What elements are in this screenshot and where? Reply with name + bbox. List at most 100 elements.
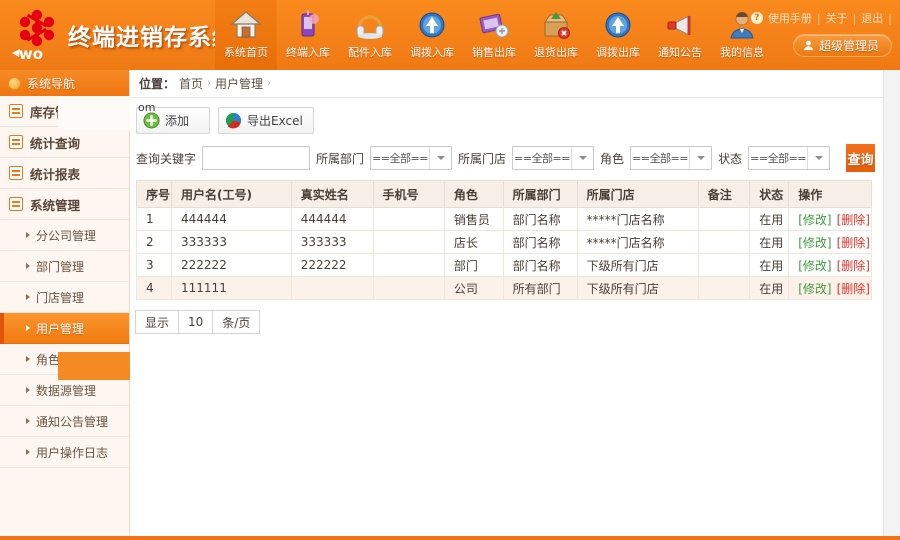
table-header-row: 序号 用户名(工号) 真实姓名 手机号 角色 所属部门 所属门店 备注 状态 操… xyxy=(135,180,872,208)
page-size-suffix: 条/页 xyxy=(212,310,261,334)
table-row[interactable]: 3 222222 222222 部门 部门名称 下级所有门店 在用 [修改] [… xyxy=(135,253,872,277)
delete-link[interactable]: [删除] xyxy=(837,234,870,251)
search-input[interactable] xyxy=(202,146,311,170)
cell-dept: 所有部门 xyxy=(502,276,578,300)
question-icon: ? xyxy=(750,12,763,24)
vertical-scrollbar[interactable] xyxy=(883,70,900,540)
nav-item-parts-in[interactable]: 配件入库 xyxy=(339,0,401,70)
nav-label: 退货出库 xyxy=(534,46,578,59)
table-row[interactable]: 1 444444 444444 销售员 部门名称 *****门店名称 在用 [修… xyxy=(135,207,872,231)
render-artifact-white xyxy=(58,96,130,130)
sidebar-title: 系统导航 xyxy=(0,70,129,96)
col-action: 操作 xyxy=(788,180,872,208)
sidebar-item-notice-manage[interactable]: 通知公告管理 xyxy=(0,406,129,437)
status-filter-select[interactable]: ==全部== xyxy=(748,146,831,170)
chevron-right-icon xyxy=(26,232,30,238)
cell-realname xyxy=(290,276,374,300)
transfer-in-icon xyxy=(419,12,445,38)
divider: | xyxy=(888,11,892,25)
nav-label: 销售出库 xyxy=(472,46,516,59)
sidebar-group-query[interactable]: 统计查询 xyxy=(0,127,129,158)
edit-link[interactable]: [修改] xyxy=(798,234,831,251)
logout-link[interactable]: 退出 xyxy=(861,10,883,26)
sidebar-group-report[interactable]: 统计报表 xyxy=(0,158,129,189)
about-link[interactable]: 关于 xyxy=(826,10,848,26)
chevron-right-icon xyxy=(26,263,30,269)
cell-phone xyxy=(372,253,445,277)
delete-link[interactable]: [删除] xyxy=(837,257,870,274)
return-out-icon xyxy=(544,12,570,39)
search-button[interactable]: 查询 xyxy=(846,144,875,172)
chevron-right-icon xyxy=(26,418,30,424)
current-user-chip[interactable]: 超级管理员 xyxy=(792,34,892,57)
chevron-down-icon xyxy=(689,147,711,169)
sidebar-item-label: 用户操作日志 xyxy=(36,445,109,460)
sidebar-item-label: 用户管理 xyxy=(36,321,85,336)
nav-item-sale-out[interactable]: 销售出库 xyxy=(463,0,525,70)
headset-in-icon xyxy=(356,15,384,39)
sidebar-item-branch[interactable]: 分公司管理 xyxy=(0,220,129,251)
table-row[interactable]: 2 333333 333333 店长 部门名称 *****门店名称 在用 [修改… xyxy=(135,230,872,254)
sidebar-group-label: 统计报表 xyxy=(30,166,81,182)
header-utility-links: ? 使用手册 | 关于 | 退出 | xyxy=(750,10,892,26)
nav-item-transfer-out[interactable]: 调拨出库 xyxy=(587,0,649,70)
cell-username: 333333 xyxy=(171,230,292,254)
cell-username: 111111 xyxy=(171,276,292,300)
cell-no: 1 xyxy=(135,207,173,231)
breadcrumb-item-home[interactable]: 首页 xyxy=(179,75,203,92)
nav-label: 系统首页 xyxy=(224,46,268,59)
sidebar-item-operation-log[interactable]: 用户操作日志 xyxy=(0,437,129,468)
breadcrumb-separator: › xyxy=(267,78,272,89)
col-realname: 真实姓名 xyxy=(290,180,374,208)
page-size-value[interactable]: 10 xyxy=(178,310,214,334)
cell-phone xyxy=(372,230,445,254)
nav-item-transfer-in[interactable]: 调拨入库 xyxy=(401,0,463,70)
dept-filter-value: ==全部== xyxy=(372,152,428,165)
export-excel-button[interactable]: 导出Excel xyxy=(218,106,314,134)
nav-item-home[interactable]: 系统首页 xyxy=(215,0,277,70)
unicom-logo-icon: wo xyxy=(8,7,66,63)
bulb-icon xyxy=(8,76,21,90)
chevron-right-icon xyxy=(26,356,30,362)
col-username: 用户名(工号) xyxy=(171,180,292,208)
footer-bar xyxy=(0,536,900,540)
sidebar-item-department[interactable]: 部门管理 xyxy=(0,251,129,282)
cell-phone xyxy=(372,276,445,300)
cell-username: 444444 xyxy=(171,207,292,231)
nav-item-notice[interactable]: 通知公告 xyxy=(649,0,711,70)
sidebar-item-store[interactable]: 门店管理 xyxy=(0,282,129,313)
col-role: 角色 xyxy=(443,180,504,208)
keyword-label: 查询关键字 xyxy=(136,151,197,166)
report-icon xyxy=(9,166,23,180)
svg-text:wo: wo xyxy=(19,45,43,63)
app-root: wo 终端进销存系统 系统首页 终端入库 配件入库 调拨入库 销售出库 退货出库… xyxy=(0,0,900,540)
role-filter-select[interactable]: ==全部== xyxy=(630,146,713,170)
cell-realname: 444444 xyxy=(290,207,374,231)
edit-link[interactable]: [修改] xyxy=(798,211,831,228)
sidebar-item-user[interactable]: 用户管理 xyxy=(0,312,129,344)
cell-status: 在用 xyxy=(749,276,790,300)
role-filter-label: 角色 xyxy=(600,151,625,166)
delete-link[interactable]: [删除] xyxy=(837,211,870,228)
nav-label: 配件入库 xyxy=(348,46,392,59)
store-filter-select[interactable]: ==全部== xyxy=(512,146,595,170)
chevron-down-icon xyxy=(807,147,829,169)
brand-block: wo 终端进销存系统 xyxy=(0,0,235,70)
edit-link[interactable]: [修改] xyxy=(798,257,831,274)
manual-link[interactable]: 使用手册 xyxy=(768,10,812,26)
nav-item-terminal-in[interactable]: 终端入库 xyxy=(277,0,339,70)
nav-label: 调拨入库 xyxy=(410,46,454,59)
edit-link[interactable]: [修改] xyxy=(798,280,831,297)
cell-dept: 部门名称 xyxy=(502,230,578,254)
system-icon xyxy=(9,197,23,211)
cell-no: 2 xyxy=(135,230,173,254)
delete-link[interactable]: [删除] xyxy=(837,280,870,297)
nav-item-return-out[interactable]: 退货出库 xyxy=(525,0,587,70)
breadcrumb-item-current[interactable]: 用户管理 xyxy=(215,75,263,92)
breadcrumb-separator: › xyxy=(207,78,212,89)
content-area: 位置： 首页 › 用户管理 › om 添加 导出Excel 查询关键字 所属部门… xyxy=(130,70,883,540)
dept-filter-select[interactable]: ==全部== xyxy=(370,146,453,170)
table-row[interactable]: 4 111111 公司 所有部门 下级所有门店 在用 [修改] [删除] xyxy=(135,276,872,300)
transfer-out-icon xyxy=(605,12,631,38)
sidebar-group-system[interactable]: 系统管理 xyxy=(0,189,129,220)
